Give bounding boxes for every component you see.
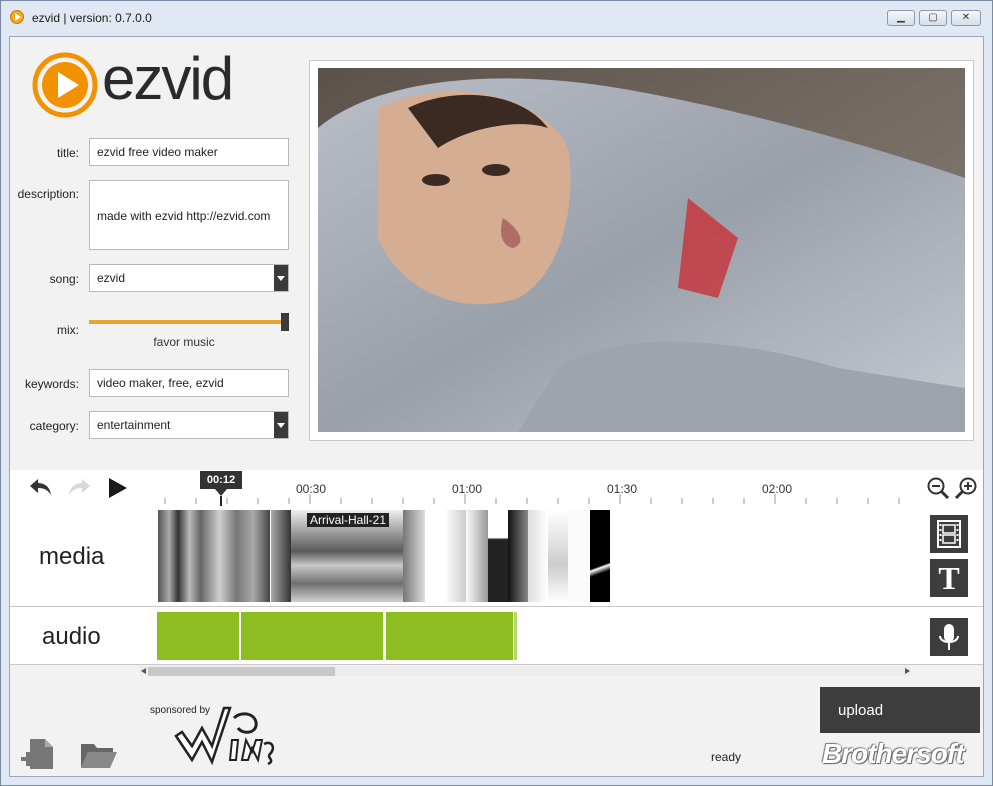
maximize-button[interactable]: ▢ [919,10,947,26]
open-project-folder-icon[interactable] [80,740,118,770]
undo-icon[interactable] [28,476,54,498]
title-label: title: [56,146,79,160]
minimize-button[interactable]: ▁ [887,10,915,26]
media-clip[interactable] [444,510,466,602]
media-clip[interactable]: Arrival-Hall-21 [291,510,403,602]
ezvid-app-icon [10,10,24,24]
audio-track-label: audio [42,623,101,650]
mix-slider-track[interactable] [89,320,285,324]
ezvid-logo-text: ezvid [102,45,234,112]
mix-label: mix: [57,323,79,337]
media-clip[interactable] [158,510,270,602]
add-text-button[interactable]: T [930,559,968,597]
new-project-icon[interactable] [21,737,55,771]
media-clip[interactable] [590,510,610,602]
record-voice-button[interactable] [930,618,968,656]
media-clip[interactable] [528,510,548,602]
close-button[interactable]: ✕ [951,10,981,26]
zoom-in-icon[interactable] [954,476,978,500]
title-bar: ezvid | version: 0.7.0.0 ▁ ▢ ✕ [0,0,991,36]
scrollbar-thumb[interactable] [148,667,335,676]
scroll-left-arrow-icon[interactable] [141,668,146,674]
song-select[interactable]: ezvid [89,264,289,292]
media-clip[interactable] [271,510,291,602]
text-icon: T [938,560,960,596]
play-icon[interactable] [108,477,128,499]
playhead-time[interactable]: 00:12 [200,471,242,489]
category-select[interactable]: entertainment [89,411,289,439]
song-value: ezvid [97,271,126,285]
status-text: ready [711,750,742,764]
description-label: description: [17,187,79,201]
title-input[interactable] [89,138,289,166]
brothersoft-watermark: Brothersoft [822,738,964,769]
film-icon [937,520,961,548]
add-video-button[interactable] [930,515,968,553]
ezvid-logo [32,52,98,118]
zoom-out-icon[interactable] [926,476,950,500]
media-clip[interactable] [508,510,528,602]
media-clip[interactable] [403,510,425,602]
category-label: category: [29,419,79,433]
audio-clip[interactable] [386,612,513,660]
description-input[interactable]: made with ezvid http://ezvid.com [89,180,289,250]
audio-clip[interactable] [157,612,239,660]
preview-image [318,68,965,432]
media-clip[interactable] [548,510,568,602]
media-clip[interactable] [568,510,588,602]
redo-icon[interactable] [66,476,92,498]
mix-slider-handle[interactable] [281,313,289,331]
song-dropdown-icon[interactable] [274,265,288,291]
category-value: entertainment [97,418,171,432]
keywords-label: keywords: [24,377,79,391]
song-label: song: [49,272,79,286]
ezvid-logo-play-icon [32,52,98,118]
category-dropdown-icon[interactable] [274,412,288,438]
keywords-input[interactable] [89,369,289,397]
media-clip[interactable] [488,510,508,602]
clip-caption: Arrival-Hall-21 [307,513,390,527]
upload-button[interactable]: upload [820,687,980,733]
mix-caption: favor music [153,335,215,349]
media-track-label: media [39,543,105,570]
ruler-ticks [164,494,900,504]
wings-sponsor-logo[interactable] [172,700,278,770]
media-clip[interactable] [466,510,488,602]
preview-photo [318,68,965,432]
audio-clip-edge [514,612,517,660]
scroll-right-arrow-icon[interactable] [905,668,910,674]
audio-clip[interactable] [241,612,383,660]
microphone-icon [939,624,959,650]
window-title: ezvid | version: 0.7.0.0 [32,11,152,25]
